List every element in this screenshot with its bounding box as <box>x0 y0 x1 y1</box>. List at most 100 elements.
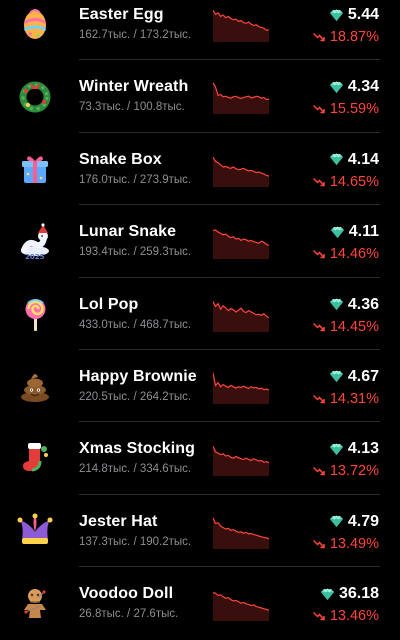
list-item[interactable]: Lol Pop 433.0тыс. / 468.7тыс. 4.36 14.45… <box>0 278 400 350</box>
item-price: 4.11 <box>330 223 379 241</box>
price-value: 4.11 <box>348 223 379 241</box>
list-item[interactable]: Jester Hat 137.3тыс. / 190.2тыс. 4.79 13… <box>0 495 400 568</box>
item-price: 4.67 <box>329 368 379 386</box>
item-price: 4.79 <box>329 513 379 531</box>
item-name: Lol Pop <box>79 295 139 313</box>
brownie-icon <box>16 367 54 405</box>
change-value: 14.65% <box>329 173 379 190</box>
price-trend-chart <box>213 513 269 549</box>
snake-icon: 2025 <box>16 222 54 260</box>
item-supply: 162.7тыс. / 173.2тыс. <box>79 29 192 41</box>
item-supply: 137.3тыс. / 190.2тыс. <box>79 535 192 548</box>
price-trend-chart <box>213 440 269 477</box>
trend-down-icon <box>312 249 325 259</box>
trend-area <box>213 300 269 332</box>
price-trend-chart <box>213 585 269 622</box>
list-item[interactable]: Winter Wreath 73.3тыс. / 100.8тыс. 4.34 … <box>0 60 400 133</box>
gift-box-icon <box>16 150 54 188</box>
price-trend-chart <box>213 78 269 115</box>
item-name: Happy Brownie <box>79 367 197 385</box>
gem-icon <box>329 298 344 311</box>
price-trend-chart <box>213 6 269 42</box>
gem-icon <box>329 153 344 166</box>
item-name: Lunar Snake <box>79 223 177 241</box>
item-price: 4.36 <box>329 296 379 314</box>
price-change: 14.45% <box>312 319 379 335</box>
trend-area <box>213 517 269 549</box>
wreath-icon <box>16 77 54 115</box>
trend-down-icon <box>312 394 325 404</box>
list-item[interactable]: Xmas Stocking 214.8тыс. / 334.6тыс. 4.13… <box>0 422 400 495</box>
item-supply: 73.3тыс. / 100.8тыс. <box>79 101 185 114</box>
item-price: 4.34 <box>329 78 379 96</box>
gift-list: Easter Egg 162.7тыс. / 173.2тыс. 5.44 18… <box>0 0 400 640</box>
price-value: 4.36 <box>347 295 379 313</box>
item-supply: 193.4тыс. / 259.3тыс. <box>79 246 192 259</box>
list-item[interactable]: Easter Egg 162.7тыс. / 173.2тыс. 5.44 18… <box>0 0 400 61</box>
change-value: 13.46% <box>329 608 379 625</box>
price-trend-chart <box>213 368 269 404</box>
change-value: 13.72% <box>329 463 379 480</box>
price-trend-chart <box>213 223 269 260</box>
stocking-icon <box>16 439 54 477</box>
price-trend-chart <box>213 296 269 332</box>
price-value: 5.44 <box>347 6 379 23</box>
item-name: Easter Egg <box>79 6 164 23</box>
trend-area <box>213 156 269 187</box>
price-trend-chart <box>213 151 269 187</box>
gem-icon <box>329 515 344 528</box>
gem-icon <box>329 443 344 456</box>
price-change: 13.72% <box>312 463 379 480</box>
price-value: 4.34 <box>347 78 379 96</box>
gem-icon <box>329 370 344 383</box>
svg-text:2025: 2025 <box>25 253 45 260</box>
price-value: 4.14 <box>347 150 379 168</box>
trend-down-icon <box>312 104 325 114</box>
item-name: Snake Box <box>79 150 162 168</box>
price-value: 36.18 <box>338 585 379 603</box>
trend-down-icon <box>312 177 325 187</box>
lollipop-icon <box>16 295 54 333</box>
change-value: 14.31% <box>329 390 379 407</box>
voodoo-doll-icon <box>16 584 54 622</box>
list-item[interactable]: Voodoo Doll 26.8тыс. / 27.6тыс. 36.18 13… <box>0 567 400 639</box>
trend-down-icon <box>312 539 325 549</box>
price-change: 15.59% <box>312 101 379 118</box>
price-value: 4.79 <box>347 512 379 530</box>
trend-down-icon <box>312 466 325 476</box>
price-value: 4.13 <box>347 440 379 458</box>
easter-egg-icon <box>16 5 54 43</box>
change-value: 13.49% <box>329 535 379 552</box>
list-item[interactable]: Snake Box 176.0тыс. / 273.9тыс. 4.14 14.… <box>0 133 400 206</box>
item-name: Jester Hat <box>79 512 158 530</box>
item-name: Xmas Stocking <box>79 440 196 458</box>
gem-icon <box>329 8 344 22</box>
trend-area <box>213 592 269 622</box>
list-item[interactable]: 2025 Lunar Snake 193.4тыс. / 259.3тыс. 4… <box>0 205 400 278</box>
item-supply: 176.0тыс. / 273.9тыс. <box>79 173 192 186</box>
price-change: 14.31% <box>312 390 379 407</box>
change-value: 15.59% <box>329 101 379 118</box>
item-supply: 433.0тыс. / 468.7тыс. <box>79 318 192 331</box>
gem-icon <box>329 81 344 94</box>
price-change: 14.46% <box>312 246 379 263</box>
list-item[interactable]: Happy Brownie 220.5тыс. / 264.2тыс. 4.67… <box>0 350 400 423</box>
trend-down-icon <box>312 611 325 621</box>
item-price: 4.13 <box>329 440 379 458</box>
item-supply: 220.5тыс. / 264.2тыс. <box>79 390 192 403</box>
trend-down-icon <box>312 32 325 42</box>
price-value: 4.67 <box>347 367 379 385</box>
trend-area <box>213 10 269 42</box>
change-value: 18.87% <box>329 29 379 45</box>
price-change: 18.87% <box>312 29 379 45</box>
item-name: Voodoo Doll <box>79 585 174 603</box>
jester-hat-icon <box>16 512 54 550</box>
gem-icon <box>330 225 345 239</box>
item-name: Winter Wreath <box>79 78 189 96</box>
item-supply: 26.8тыс. / 27.6тыс. <box>79 608 179 621</box>
change-value: 14.46% <box>329 246 379 263</box>
item-supply: 214.8тыс. / 334.6тыс. <box>79 463 192 476</box>
price-change: 14.65% <box>312 173 379 190</box>
item-price: 5.44 <box>329 6 379 24</box>
trend-down-icon <box>312 322 325 332</box>
